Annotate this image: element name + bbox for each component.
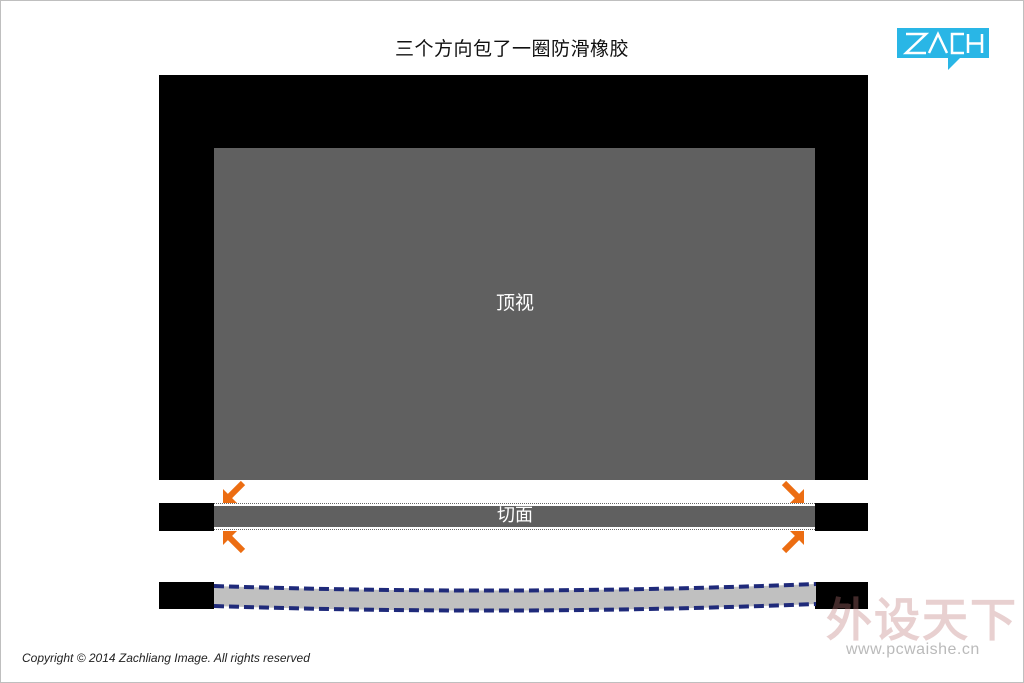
curve-rubber-left [159, 582, 214, 609]
rubber-top [159, 75, 868, 148]
watermark-url: www.pcwaishe.cn [846, 641, 980, 658]
top-view-label: 顶视 [495, 292, 534, 314]
section-label: 切面 [497, 505, 533, 526]
arrow-up-left-icon [223, 531, 246, 554]
arrow-down-right-icon [781, 480, 804, 503]
section-top-edge [214, 503, 815, 504]
arrow-down-left-icon [223, 480, 246, 503]
rubber-right [815, 75, 868, 480]
diagram-title: 三个方向包了一圈防滑橡胶 [394, 38, 629, 60]
curved-section-drawing [214, 582, 816, 613]
section-rubber-right [815, 503, 868, 531]
section-bottom-edge [214, 529, 815, 530]
rubber-left [159, 75, 214, 480]
copyright-text: Copyright © 2014 Zachliang Image. All ri… [22, 651, 310, 665]
section-rubber-left [159, 503, 214, 531]
zach-logo-icon [897, 28, 989, 70]
arrow-up-right-icon [781, 531, 804, 554]
